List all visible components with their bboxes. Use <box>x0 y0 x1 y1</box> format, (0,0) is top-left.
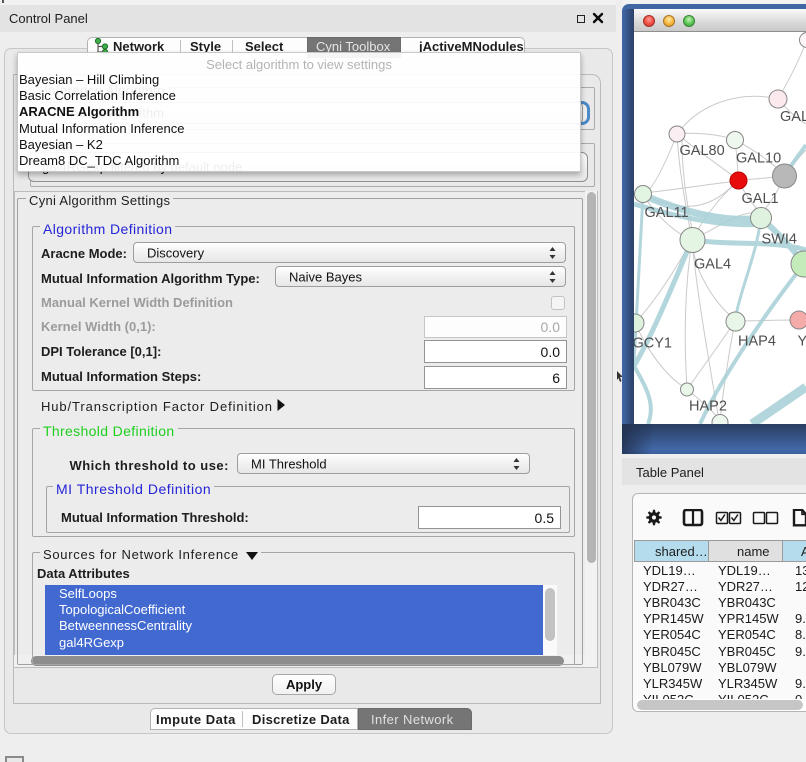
svg-text:GAL4: GAL4 <box>694 257 731 273</box>
svg-text:HAP4: HAP4 <box>738 334 776 350</box>
svg-text:GAL: GAL <box>780 109 806 125</box>
svg-text:GAL1: GAL1 <box>742 191 779 207</box>
svg-text:Y: Y <box>798 334 806 350</box>
svg-text:GAL10: GAL10 <box>736 151 781 167</box>
svg-text:GAL11: GAL11 <box>645 205 689 221</box>
svg-text:GAL80: GAL80 <box>680 143 725 159</box>
svg-text:HAP2: HAP2 <box>689 399 727 415</box>
svg-text:GCY1: GCY1 <box>634 336 672 352</box>
svg-text:SWI4: SWI4 <box>762 232 797 248</box>
